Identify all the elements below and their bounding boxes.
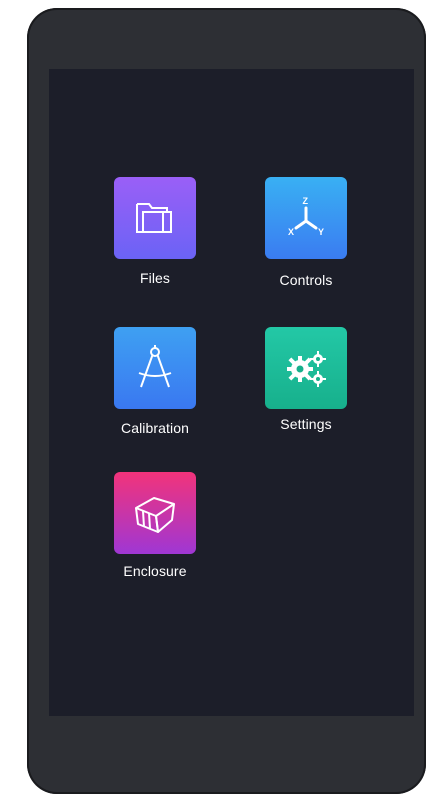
z-axis-label: Z	[303, 196, 309, 206]
controls-tile[interactable]: Z X Y Controls	[246, 177, 366, 288]
files-button[interactable]	[114, 177, 196, 259]
settings-tile[interactable]: Settings	[246, 327, 366, 432]
calibration-tile[interactable]: Calibration	[95, 327, 215, 436]
enclosure-label: Enclosure	[123, 563, 187, 579]
enclosure-button[interactable]	[114, 472, 196, 554]
xyz-axis-icon: Z X Y	[288, 196, 324, 237]
files-tile[interactable]: Files	[95, 177, 215, 286]
settings-label: Settings	[280, 416, 332, 432]
controls-button[interactable]: Z X Y	[265, 177, 347, 259]
box-icon	[135, 497, 175, 533]
compass-icon	[138, 345, 172, 388]
controls-label: Controls	[279, 272, 333, 288]
calibration-label: Calibration	[120, 420, 190, 436]
y-axis-label: Y	[318, 227, 324, 237]
calibration-button[interactable]	[114, 327, 196, 409]
files-label: Files	[139, 270, 171, 286]
enclosure-tile[interactable]: Enclosure	[95, 472, 215, 579]
gears-icon	[287, 351, 326, 387]
settings-button[interactable]	[265, 327, 347, 409]
folder-icon	[136, 203, 172, 233]
x-axis-label: X	[288, 227, 294, 237]
touch-screen: Files Z X Y Controls Calibration Setting…	[49, 69, 414, 716]
